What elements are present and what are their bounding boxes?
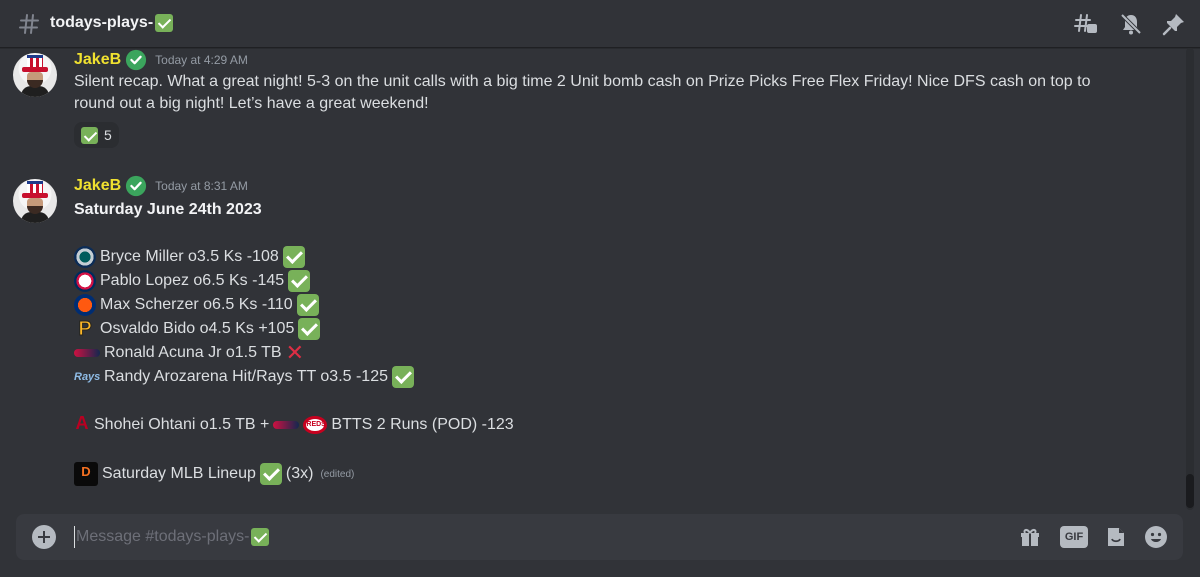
pick-row: Rays Randy Arozarena Hit/Rays TT o3.5 -1…: [74, 365, 414, 389]
mets-logo-icon: [74, 294, 96, 316]
avatar[interactable]: [13, 53, 57, 97]
threads-icon[interactable]: [1074, 12, 1098, 36]
check-emoji-icon: [81, 126, 98, 144]
verified-badge-icon: [126, 49, 147, 71]
message-timestamp: Today at 8:31 AM: [155, 179, 248, 193]
pirates-logo-icon: P: [78, 318, 92, 341]
message-author[interactable]: JakeB Today at 4:29 AM: [74, 49, 248, 71]
message-timestamp: Today at 4:29 AM: [155, 53, 248, 67]
pick-row: Pablo Lopez o6.5 Ks -145: [74, 269, 311, 293]
hash-icon: [19, 14, 39, 34]
pick-row-lineup: D Saturday MLB Lineup (3x) (edited): [74, 462, 354, 486]
check-emoji-icon: [296, 294, 319, 316]
message-composer[interactable]: Message #todays-plays- GIF: [16, 514, 1183, 560]
edited-label: (edited): [320, 468, 355, 480]
check-emoji-icon: [259, 463, 282, 485]
message-line: round out a big night! Let’s have a grea…: [74, 95, 429, 112]
channel-header: todays-plays-: [0, 0, 1200, 48]
cross-mark-icon: ✕: [285, 340, 305, 365]
message-title: Saturday June 24th 2023: [74, 201, 262, 218]
message-input-placeholder: Message #todays-plays-: [76, 528, 250, 545]
braves-logo-icon: [74, 349, 100, 357]
pick-text: Bryce Miller o3.5 Ks -108: [100, 248, 279, 265]
check-emoji-icon: [251, 528, 270, 546]
pick-text: BTTS 2 Runs (POD) -123: [331, 416, 514, 433]
message-input[interactable]: Message #todays-plays-: [76, 526, 270, 548]
pick-row: P Osvaldo Bido o4.5 Ks +105: [74, 317, 321, 341]
braves-logo-icon: [273, 421, 300, 429]
check-emoji-icon: [282, 246, 305, 268]
reds-logo-icon: REDS: [303, 416, 328, 434]
pick-row-potd: A Shohei Ohtani o1.5 TB + REDS BTTS 2 Ru…: [74, 413, 514, 437]
rays-logo-icon: Rays: [74, 371, 101, 383]
channel-title: todays-plays-: [50, 12, 174, 34]
text-cursor: [74, 526, 75, 548]
pick-text: Saturday MLB Lineup: [102, 465, 256, 482]
check-emoji-icon: [155, 14, 174, 32]
plus-icon[interactable]: [32, 525, 56, 549]
sticker-icon[interactable]: [1104, 525, 1128, 549]
angels-logo-icon: A: [75, 413, 89, 433]
pick-text: Shohei Ohtani o1.5 TB +: [94, 416, 270, 433]
pick-text: Ronald Acuna Jr o1.5 TB: [104, 344, 282, 361]
message-content: Silent recap. What a great night! 5-3 on…: [74, 71, 1090, 115]
mariners-logo-icon: [74, 246, 96, 268]
check-emoji-icon: [298, 318, 321, 340]
pick-text: Pablo Lopez o6.5 Ks -145: [100, 272, 285, 289]
pick-text: Max Scherzer o6.5 Ks -110: [100, 296, 293, 313]
message-list[interactable]: JakeB Today at 4:29 AM Silent recap. Wha…: [0, 48, 1186, 510]
author-name[interactable]: JakeB: [74, 175, 121, 197]
check-emoji-icon: [288, 270, 311, 292]
pick-row: Bryce Miller o3.5 Ks -108: [74, 245, 305, 269]
pick-text: Randy Arozarena Hit/Rays TT o3.5 -125: [104, 368, 388, 385]
verified-badge-icon: [126, 175, 147, 197]
pin-icon[interactable]: [1162, 12, 1186, 36]
avatar[interactable]: [13, 179, 57, 223]
mute-icon[interactable]: [1119, 12, 1143, 36]
gift-icon[interactable]: [1018, 525, 1042, 549]
twins-logo-icon: [74, 270, 96, 292]
check-emoji-icon: [392, 366, 414, 388]
pick-text: Osvaldo Bido o4.5 Ks +105: [100, 320, 295, 337]
channel-name-text: todays-plays-: [50, 14, 154, 31]
pick-row: Max Scherzer o6.5 Ks -110: [74, 293, 319, 317]
pick-row: Ronald Acuna Jr o1.5 TB ✕: [74, 341, 304, 365]
gif-icon[interactable]: GIF: [1060, 526, 1088, 548]
message-line: Silent recap. What a great night! 5-3 on…: [74, 73, 1091, 90]
scrollbar-track[interactable]: [1186, 48, 1194, 510]
lineup-multiplier: (3x): [285, 465, 314, 482]
reaction-button[interactable]: 5: [74, 122, 119, 148]
author-name[interactable]: JakeB: [74, 49, 121, 71]
draftkings-logo-icon: D: [74, 462, 98, 486]
emoji-icon[interactable]: [1144, 525, 1168, 549]
reaction-count: 5: [104, 127, 112, 143]
scrollbar-thumb[interactable]: [1186, 474, 1194, 508]
message-author[interactable]: JakeB Today at 8:31 AM: [74, 175, 248, 197]
